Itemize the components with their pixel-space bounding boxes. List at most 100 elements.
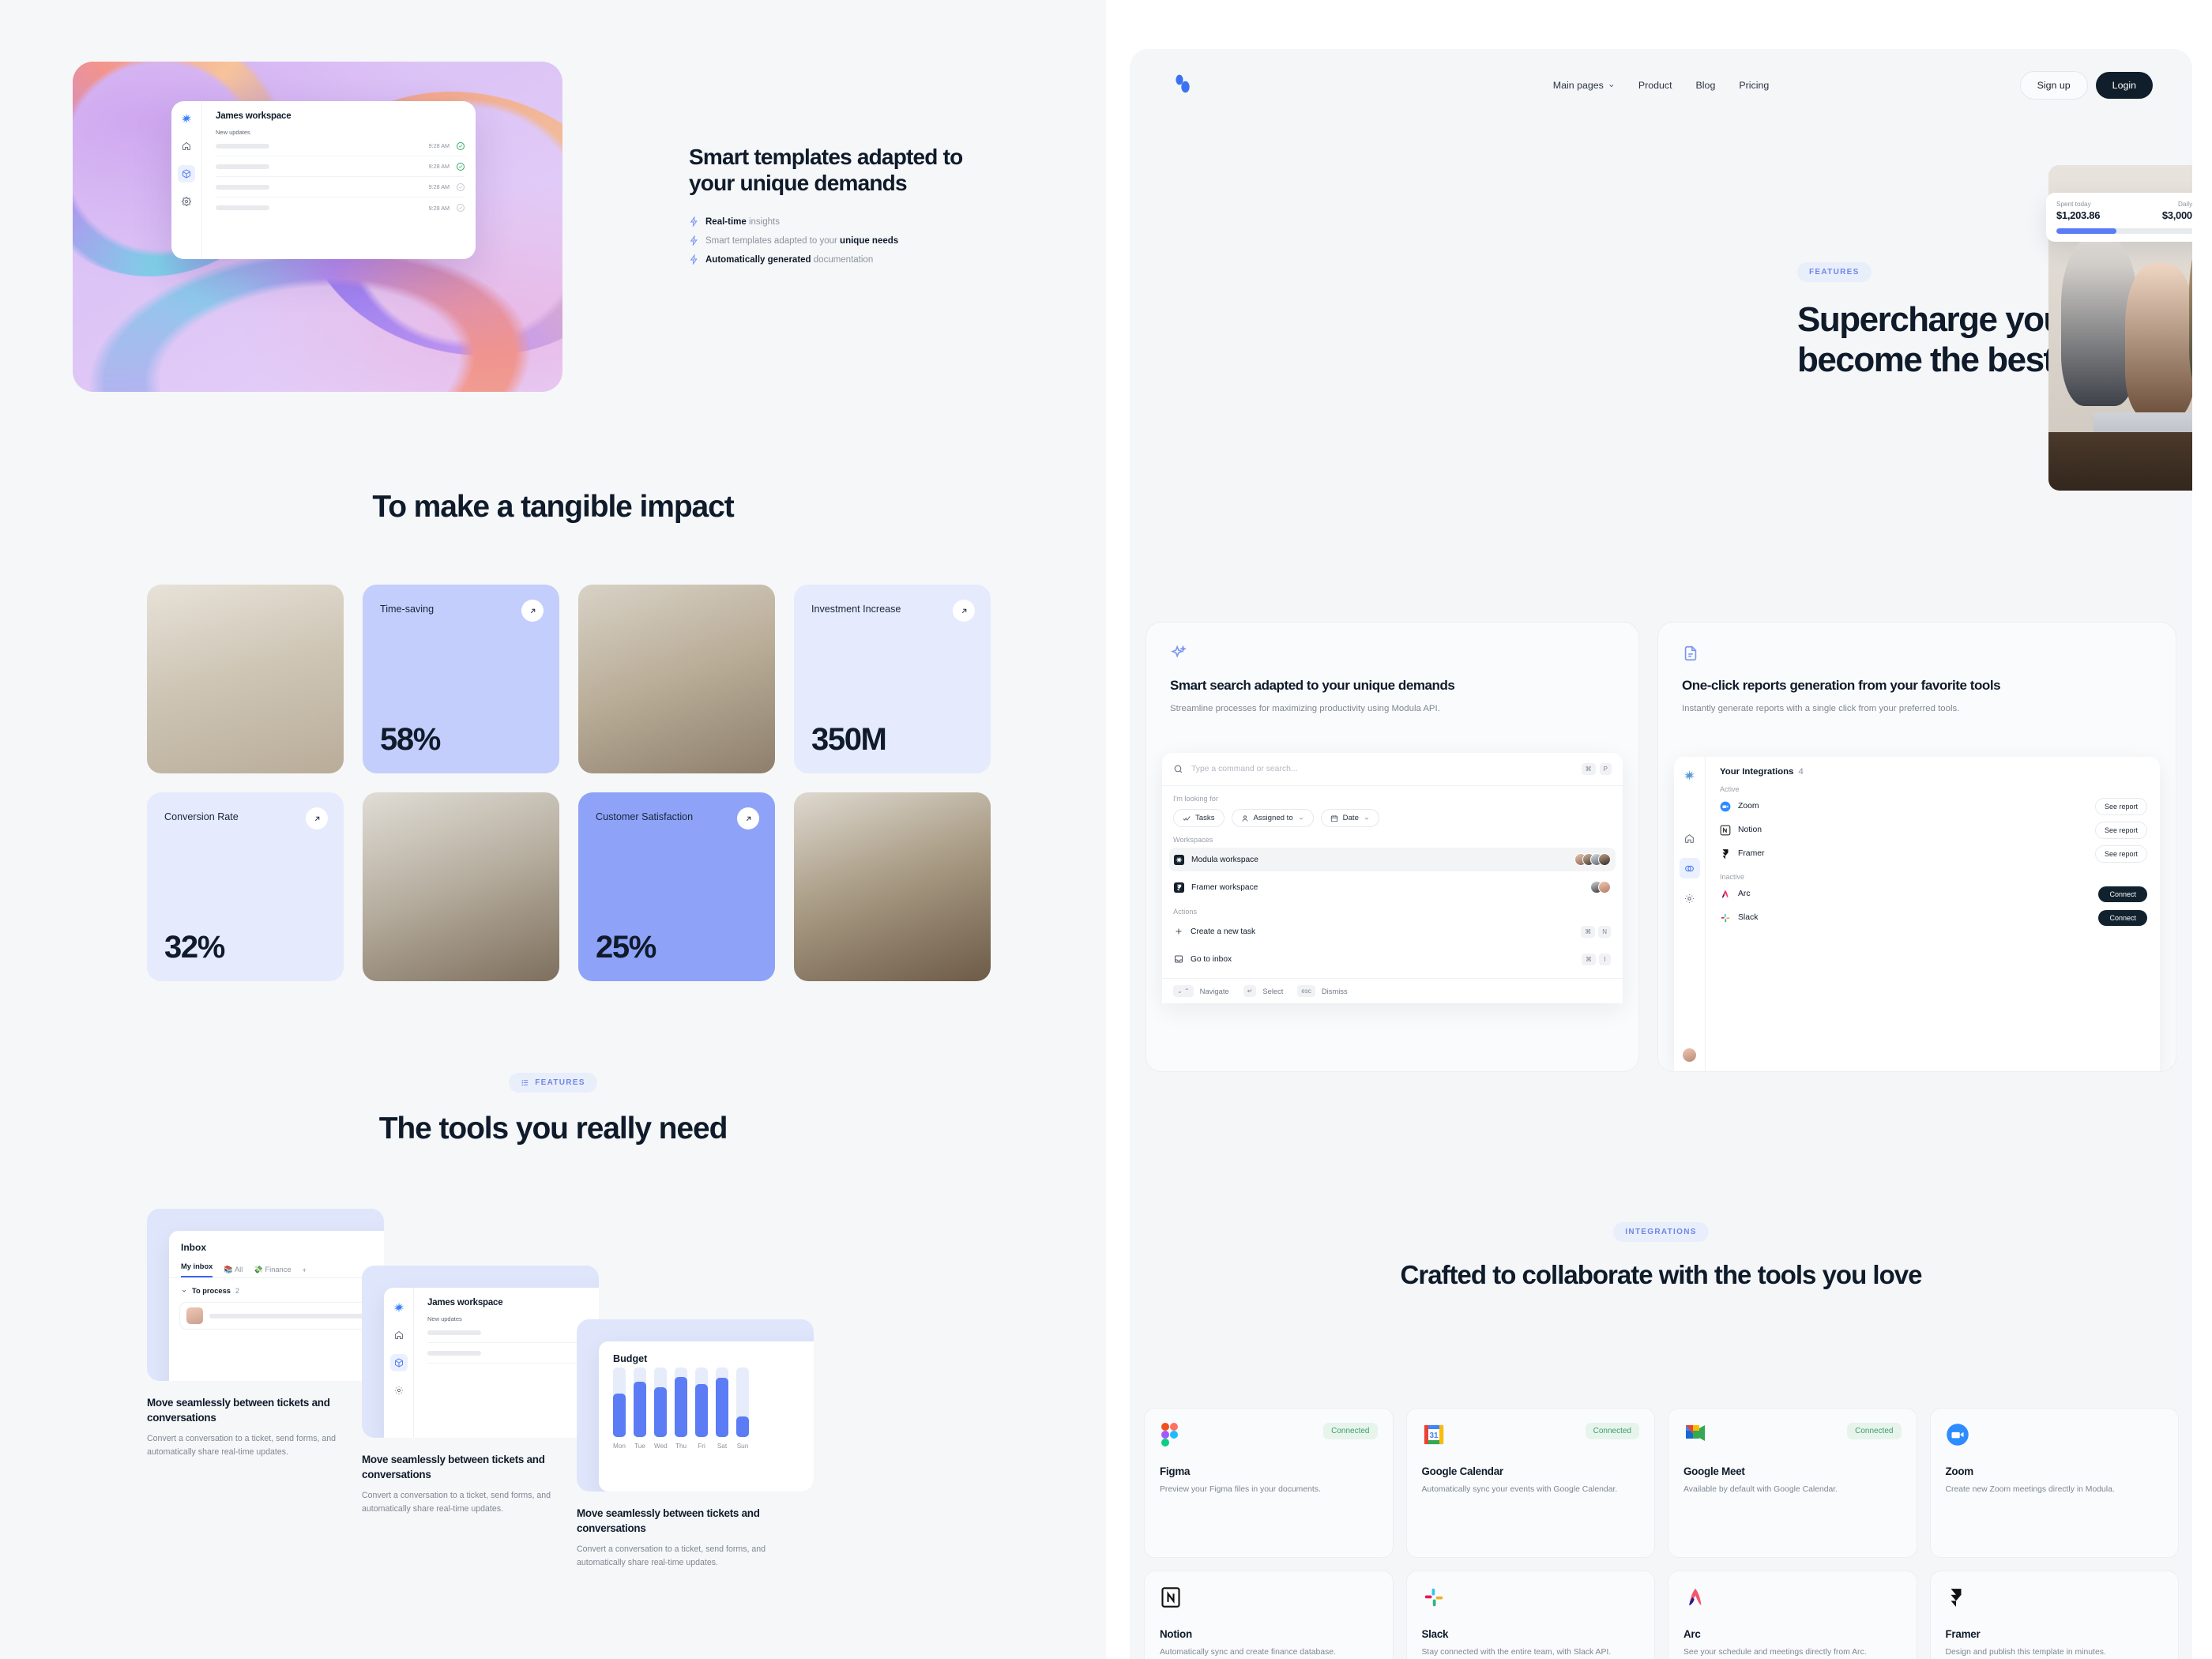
tab-my-inbox[interactable]: My inbox xyxy=(181,1262,213,1277)
workspace-window: James workspace New updates 9 9 xyxy=(384,1288,599,1438)
chevron-down-icon xyxy=(181,1288,187,1294)
hero-badge-wrap: FEATURES xyxy=(1797,262,1872,282)
integration-card-google-meet[interactable]: Connected Google Meet Available by defau… xyxy=(1668,1408,1917,1558)
integration-card-desc: Stay connected with the entire team, wit… xyxy=(1421,1648,1612,1657)
money-icon: 💸 xyxy=(254,1266,263,1273)
gradient-artwork: James workspace New updates 9:28 AM 9:28… xyxy=(73,62,562,392)
workspace-row-modula[interactable]: Modula workspace xyxy=(1169,848,1616,871)
gear-icon[interactable] xyxy=(390,1382,408,1399)
stat-card-conversion-rate[interactable]: Conversion Rate 32% xyxy=(147,792,344,981)
left-column: James workspace New updates 9:28 AM 9:28… xyxy=(0,0,1106,1659)
integration-card-google-calendar[interactable]: 31 Connected Google Calendar Automatical… xyxy=(1405,1408,1655,1558)
integration-card-framer[interactable]: Framer Design and publish this template … xyxy=(1929,1571,2179,1659)
inbox-group-header[interactable]: To process 2 xyxy=(169,1278,384,1295)
chip-tasks[interactable]: Tasks xyxy=(1173,809,1224,827)
integration-card-desc: Automatically sync your events with Goog… xyxy=(1421,1485,1618,1494)
tick-label: Sun xyxy=(736,1443,749,1450)
slack-icon xyxy=(1720,912,1731,924)
see-report-button[interactable]: See report xyxy=(2094,821,2147,839)
sparkle-icon xyxy=(1170,645,1615,662)
bullet-rest: documentation xyxy=(811,254,874,265)
chip-date[interactable]: Date xyxy=(1320,809,1379,827)
bullet-bold: unique needs xyxy=(840,235,899,246)
action-shortcut: ⌘ N xyxy=(1581,925,1611,938)
gear-icon[interactable] xyxy=(178,193,195,210)
footer-label-navigate: Navigate xyxy=(1199,987,1229,995)
spend-labels: Spent today Daily limit xyxy=(2056,201,2192,208)
connect-button[interactable]: Connect xyxy=(2098,886,2147,902)
integration-card-desc: Available by default with Google Calenda… xyxy=(1683,1485,1838,1494)
avatar[interactable] xyxy=(1683,1048,1696,1062)
bar-chart-labels: Mon Tue Wed Thu Fri Sat Sun xyxy=(599,1443,814,1450)
stat-card-customer-satisfaction[interactable]: Customer Satisfaction 25% xyxy=(578,792,775,981)
nav-item-product[interactable]: Product xyxy=(1638,80,1672,91)
placeholder-bar xyxy=(216,164,269,169)
bar-wed xyxy=(654,1367,667,1437)
integration-card-arc[interactable]: Arc See your schedule and meetings direc… xyxy=(1668,1571,1917,1659)
document-icon xyxy=(1682,645,2152,662)
search-input[interactable]: Type a command or search... xyxy=(1191,765,1298,773)
action-label: Create a new task xyxy=(1191,927,1256,936)
integrations-icon[interactable] xyxy=(1679,858,1700,878)
cube-icon[interactable] xyxy=(389,1354,408,1371)
nav-item-pricing[interactable]: Pricing xyxy=(1739,80,1769,91)
placeholder-bar xyxy=(216,184,269,190)
home-icon[interactable] xyxy=(1681,830,1698,847)
stat-photo-tile xyxy=(794,792,991,981)
feature-cards: Smart search adapted to your unique dema… xyxy=(1130,622,2192,1151)
nav-links: Main pages Product Blog Pricing xyxy=(1553,80,1769,91)
connect-button[interactable]: Connect xyxy=(2098,909,2147,926)
login-button[interactable]: Login xyxy=(2095,72,2153,99)
arc-icon xyxy=(1683,1586,1707,1609)
action-create-task[interactable]: Create a new task ⌘ N xyxy=(1169,920,1616,943)
integration-card-notion[interactable]: Notion Automatically sync and create fin… xyxy=(1144,1571,1394,1659)
check-circle-icon xyxy=(457,182,465,191)
stat-photo-tile xyxy=(147,585,344,773)
stat-card-investment-increase[interactable]: Investment Increase 350M xyxy=(794,585,991,773)
integration-name: Arc xyxy=(1738,890,1751,898)
see-report-button[interactable]: See report xyxy=(2094,845,2147,863)
chip-assigned-to[interactable]: Assigned to xyxy=(1231,809,1314,827)
brand-logo-icon[interactable] xyxy=(1169,72,1196,99)
arrow-up-right-icon[interactable] xyxy=(953,600,975,622)
daily-limit-value: $3,000.86 xyxy=(2161,209,2192,221)
stat-card-time-saving[interactable]: Time-saving 58% xyxy=(363,585,559,773)
home-icon[interactable] xyxy=(390,1326,408,1344)
integrations-badge: INTEGRATIONS xyxy=(1613,1222,1709,1242)
tools-heading: The tools you really need xyxy=(378,1112,728,1146)
update-time: 9:28 AM xyxy=(428,183,450,190)
notion-icon xyxy=(1160,1586,1183,1609)
tab-finance[interactable]: 💸 Finance xyxy=(254,1266,291,1274)
tool-card-workspace: James workspace New updates 9 9 xyxy=(362,1266,599,1516)
gear-icon[interactable] xyxy=(1681,890,1698,907)
workspace-row-framer[interactable]: Framer workspace xyxy=(1169,875,1616,899)
tool-cards: Inbox My inbox 📚 All 💸 Finance + To proc… xyxy=(0,1209,1106,1659)
tab-all[interactable]: 📚 All xyxy=(224,1266,243,1274)
signup-button[interactable]: Sign up xyxy=(2019,71,2088,100)
arrow-up-right-icon[interactable] xyxy=(737,807,759,830)
workspaces-label: Workspaces xyxy=(1173,836,1213,844)
status-badge xyxy=(2147,1586,2163,1593)
arrow-up-right-icon[interactable] xyxy=(306,807,328,830)
sparkle-logo-icon xyxy=(1681,766,1698,784)
placeholder-bar xyxy=(427,1330,481,1335)
home-icon[interactable] xyxy=(178,137,195,155)
inbox-list-item[interactable] xyxy=(179,1302,384,1330)
arrow-up-right-icon[interactable] xyxy=(521,600,544,622)
action-go-to-inbox[interactable]: Go to inbox ⌘ I xyxy=(1169,947,1616,971)
svg-text:31: 31 xyxy=(1429,1431,1439,1440)
integration-card-slack[interactable]: Slack Stay connected with the entire tea… xyxy=(1405,1571,1655,1659)
add-tab-button[interactable]: + xyxy=(303,1266,307,1274)
command-palette: Type a command or search... ⌘ P I'm look… xyxy=(1162,753,1623,1003)
tool-card-body: Convert a conversation to a ticket, send… xyxy=(577,1544,766,1568)
integration-card-zoom[interactable]: Zoom Create new Zoom meetings directly i… xyxy=(1929,1408,2179,1558)
integration-card-figma[interactable]: Connected Figma Preview your Figma files… xyxy=(1144,1408,1394,1558)
nav-item-main-pages[interactable]: Main pages xyxy=(1553,80,1615,91)
integration-name: Slack xyxy=(1738,913,1759,922)
command-search-row[interactable]: Type a command or search... ⌘ P xyxy=(1162,753,1623,786)
cube-icon[interactable] xyxy=(178,165,195,182)
hero-section: FEATURES Supercharge your team, become t… xyxy=(1130,122,2192,564)
nav-item-blog[interactable]: Blog xyxy=(1696,80,1716,91)
see-report-button[interactable]: See report xyxy=(2094,797,2147,815)
bullet-item: Real-time insights xyxy=(689,216,1005,228)
